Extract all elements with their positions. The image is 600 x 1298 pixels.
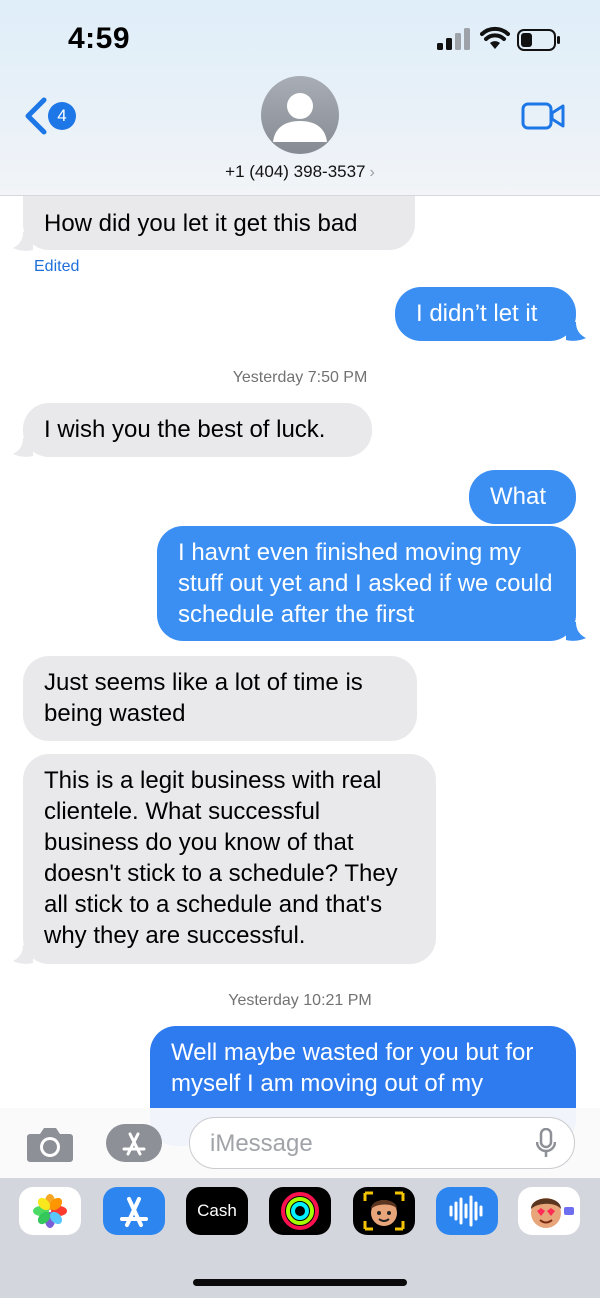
outgoing-message[interactable]: I havnt even finished moving my stuff ou… [157, 526, 576, 641]
contact-phone: +1 (404) 398-3537 [225, 162, 366, 181]
edited-label[interactable]: Edited [34, 258, 79, 276]
bubble-tail [566, 322, 586, 341]
message-text: I wish you the best of luck. [44, 416, 326, 443]
photos-flower-icon [33, 1194, 67, 1228]
video-call-icon[interactable] [521, 101, 565, 131]
message-text: What [490, 483, 547, 510]
memoji-icon[interactable] [353, 1187, 415, 1235]
unread-count-badge[interactable]: 4 [48, 102, 76, 130]
message-text: I havnt even finished moving my stuff ou… [178, 539, 553, 628]
wifi-icon [480, 26, 510, 49]
message-text: How did you let it get this bad [44, 210, 358, 237]
incoming-message[interactable]: This is a legit business with real clien… [23, 754, 436, 964]
app-store-icon[interactable] [103, 1187, 165, 1235]
apple-cash-label: Cash [197, 1201, 237, 1220]
microphone-icon[interactable] [536, 1128, 556, 1158]
timestamp: Yesterday 7:50 PM [232, 369, 368, 386]
cellular-signal-icon [437, 28, 470, 50]
outgoing-message[interactable]: What [469, 470, 576, 524]
app-store-button[interactable] [106, 1124, 162, 1162]
status-time: 4:59 [68, 22, 131, 55]
incoming-message[interactable]: Just seems like a lot of time is being w… [23, 656, 417, 741]
audio-message-icon[interactable] [436, 1187, 498, 1235]
waveform-icon [449, 1195, 483, 1227]
bubble-tail [566, 622, 586, 641]
memoji-face-icon [363, 1191, 405, 1231]
memoji-sticker-face-icon [531, 1198, 574, 1228]
incoming-message[interactable]: How did you let it get this bad [23, 196, 415, 250]
person-silhouette-icon [273, 93, 327, 142]
photos-icon[interactable] [19, 1187, 81, 1235]
activity-rings-icon [281, 1192, 319, 1230]
memoji-stickers-icon[interactable] [518, 1187, 580, 1235]
apple-cash-icon[interactable]: Cash [186, 1187, 248, 1235]
message-text: I didn’t let it [416, 300, 538, 327]
app-store-icon [122, 1132, 146, 1156]
home-indicator[interactable] [193, 1279, 407, 1286]
bubble-tail [13, 438, 33, 457]
message-input[interactable]: iMessage [189, 1117, 575, 1169]
message-text: Well maybe wasted for you but for myself… [171, 1039, 534, 1097]
contact-avatar[interactable] [261, 76, 339, 154]
chevron-right-icon: › [369, 164, 375, 181]
app-store-glyph-icon [120, 1197, 148, 1227]
message-text: Just seems like a lot of time is being w… [44, 669, 363, 727]
outgoing-message[interactable]: I didn’t let it [395, 287, 576, 341]
incoming-message[interactable]: I wish you the best of luck. [23, 403, 372, 457]
message-input-placeholder: iMessage [210, 1130, 313, 1157]
bubble-tail [13, 945, 33, 964]
timestamp: Yesterday 10:21 PM [228, 992, 372, 1009]
message-text: This is a legit business with real clien… [44, 767, 398, 949]
battery-icon [517, 29, 560, 51]
activity-icon[interactable] [269, 1187, 331, 1235]
contact-name[interactable]: +1 (404) 398-3537 › [0, 162, 600, 182]
bubble-tail [13, 232, 33, 251]
camera-icon[interactable] [26, 1124, 74, 1164]
